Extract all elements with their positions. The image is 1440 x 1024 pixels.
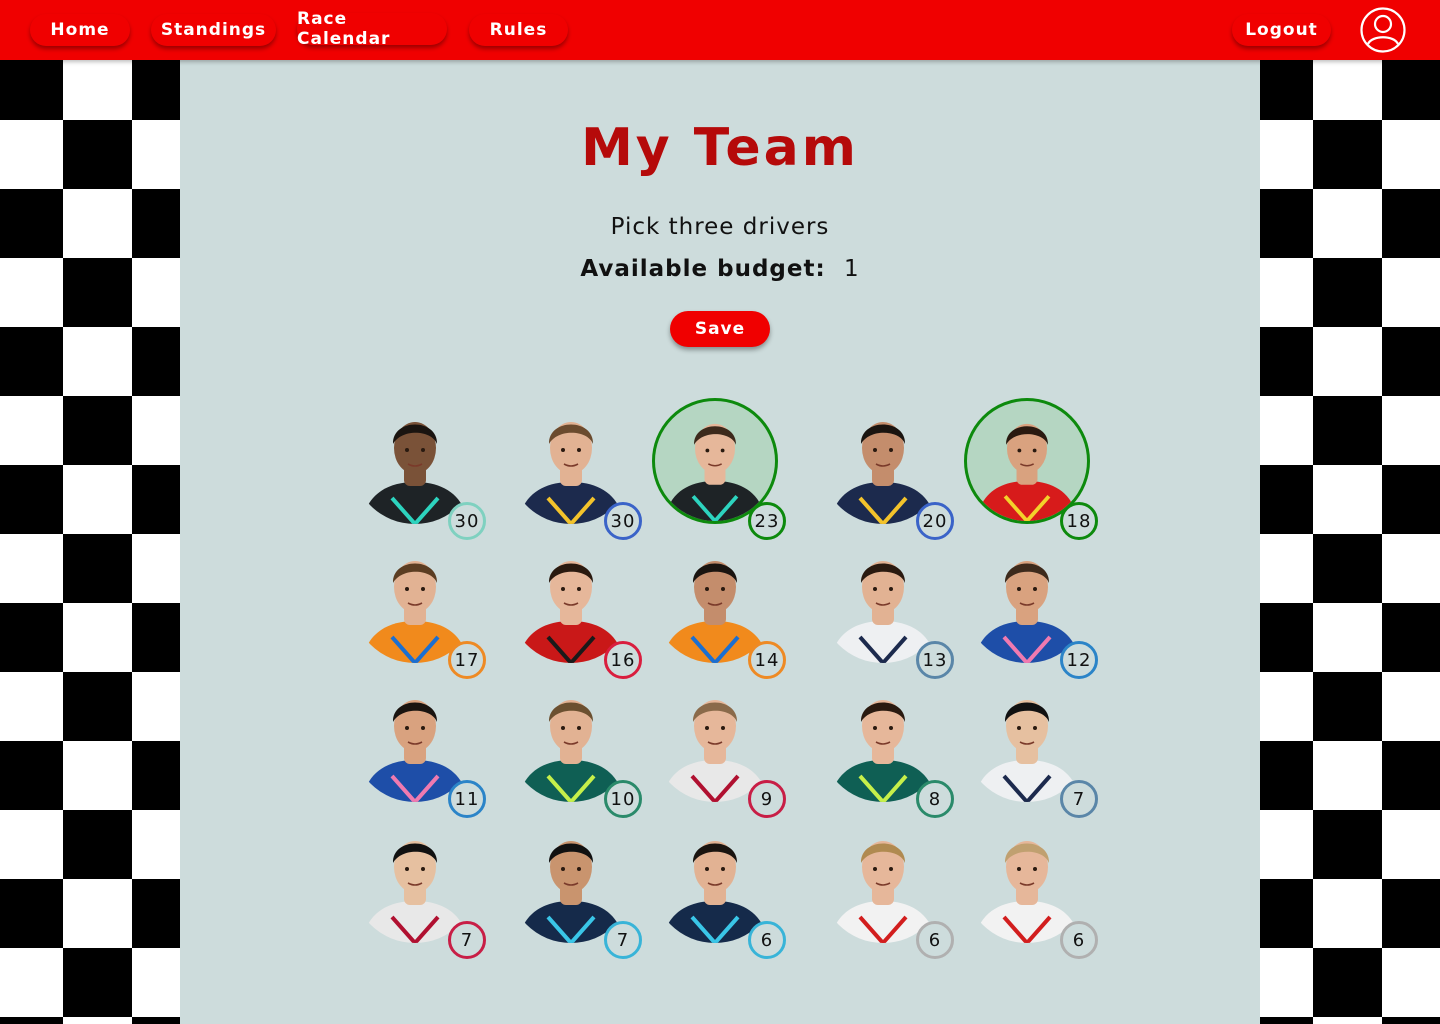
checkered-flag-right: [1260, 60, 1440, 1024]
checkered-flag-left: [0, 60, 180, 1024]
logout-button[interactable]: Logout: [1232, 14, 1331, 46]
driver-card[interactable]: 6: [962, 815, 1098, 959]
team-panel: My Team Pick three drivers Available bud…: [180, 60, 1260, 1024]
driver-card[interactable]: 16: [506, 535, 642, 679]
nav-rules-button[interactable]: Rules: [469, 14, 568, 46]
driver-price-badge: 7: [1060, 780, 1098, 818]
driver-card[interactable]: 30: [506, 396, 642, 540]
driver-card[interactable]: 7: [350, 815, 486, 959]
driver-card[interactable]: 7: [506, 815, 642, 959]
driver-price-badge: 9: [748, 780, 786, 818]
driver-card[interactable]: 7: [962, 674, 1098, 818]
driver-price-badge: 8: [916, 780, 954, 818]
driver-card[interactable]: 9: [650, 674, 786, 818]
nav-standings-button[interactable]: Standings: [151, 14, 276, 46]
driver-card[interactable]: 10: [506, 674, 642, 818]
driver-card[interactable]: 20: [818, 396, 954, 540]
driver-card[interactable]: 6: [818, 815, 954, 959]
nav-home-button[interactable]: Home: [30, 14, 130, 46]
top-nav: Home Standings Race Calendar Rules Logou…: [0, 0, 1440, 60]
driver-card[interactable]: 13: [818, 535, 954, 679]
page-title: My Team: [581, 118, 859, 178]
budget-value: 1: [843, 256, 860, 282]
nav-race-calendar-button[interactable]: Race Calendar: [297, 9, 447, 49]
driver-card[interactable]: 11: [350, 674, 486, 818]
driver-price-badge: 6: [748, 921, 786, 959]
driver-price-badge: 6: [916, 921, 954, 959]
driver-price-badge: 6: [1060, 921, 1098, 959]
driver-price-badge: 7: [604, 921, 642, 959]
driver-card[interactable]: 14: [650, 535, 786, 679]
budget-row: Available budget: 1: [180, 256, 1260, 282]
instructions-text: Pick three drivers: [610, 214, 830, 240]
user-icon[interactable]: [1360, 7, 1406, 53]
driver-card[interactable]: 6: [650, 815, 786, 959]
save-button[interactable]: Save: [670, 311, 770, 347]
driver-card[interactable]: 12: [962, 535, 1098, 679]
driver-card[interactable]: 18: [962, 396, 1098, 540]
budget-label: Available budget:: [580, 256, 826, 282]
driver-card[interactable]: 17: [350, 535, 486, 679]
driver-card[interactable]: 30: [350, 396, 486, 540]
driver-price-badge: 7: [448, 921, 486, 959]
driver-price-badge: 11: [448, 780, 486, 818]
driver-card[interactable]: 23: [650, 396, 786, 540]
driver-card[interactable]: 8: [818, 674, 954, 818]
driver-price-badge: 10: [604, 780, 642, 818]
